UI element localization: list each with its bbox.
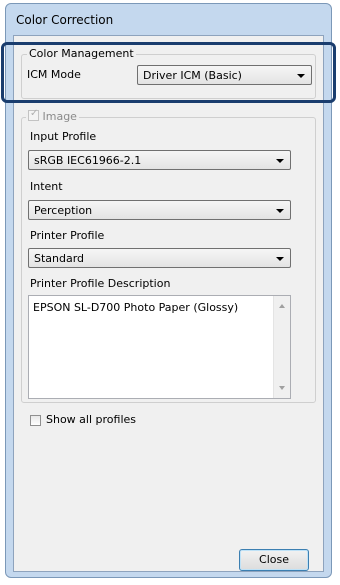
title-bar[interactable]: Color Correction: [6, 4, 331, 34]
printer-profile-description-text: EPSON SL-D700 Photo Paper (Glossy): [33, 301, 239, 314]
scroll-up-icon[interactable]: [279, 304, 285, 308]
printer-profile-value: Standard: [34, 252, 85, 265]
intent-label: Intent: [30, 180, 63, 193]
close-button[interactable]: Close: [239, 549, 309, 571]
image-group-header: ✓ Image: [26, 108, 79, 124]
icm-mode-label: ICM Mode: [27, 68, 81, 81]
icm-mode-value: Driver ICM (Basic): [143, 69, 242, 82]
icm-mode-select[interactable]: Driver ICM (Basic): [137, 65, 312, 85]
image-group: ✓ Image Input Profile sRGB IEC61966-2.1 …: [21, 108, 316, 403]
description-scrollbar[interactable]: [273, 296, 290, 398]
chevron-down-icon: [297, 74, 305, 78]
input-profile-value: sRGB IEC61966-2.1: [34, 154, 142, 167]
chevron-down-icon: [276, 159, 284, 163]
window-title: Color Correction: [16, 13, 114, 27]
printer-profile-label: Printer Profile: [30, 229, 105, 242]
image-checkbox[interactable]: ✓: [28, 108, 39, 121]
color-management-group-label: Color Management: [27, 47, 136, 60]
printer-profile-description-label: Printer Profile Description: [30, 277, 171, 290]
printer-profile-description-box[interactable]: EPSON SL-D700 Photo Paper (Glossy): [28, 295, 291, 399]
chevron-down-icon: [276, 209, 284, 213]
image-checkbox-label: Image: [42, 110, 77, 123]
color-correction-dialog: Color Correction Color Management ICM Mo…: [5, 3, 332, 578]
dialog-body: Color Management ICM Mode Driver ICM (Ba…: [13, 35, 324, 572]
scroll-down-icon[interactable]: [279, 386, 285, 390]
input-profile-label: Input Profile: [30, 130, 97, 143]
color-management-group: Color Management ICM Mode Driver ICM (Ba…: [21, 47, 316, 99]
intent-select[interactable]: Perception: [28, 200, 291, 220]
printer-profile-select[interactable]: Standard: [28, 248, 291, 268]
chevron-down-icon: [276, 257, 284, 261]
input-profile-select[interactable]: sRGB IEC61966-2.1: [28, 150, 291, 170]
checkmark-icon: ✓: [30, 108, 39, 119]
show-all-profiles-label: Show all profiles: [46, 413, 137, 426]
show-all-profiles-checkbox[interactable]: [30, 415, 41, 426]
intent-value: Perception: [34, 204, 93, 217]
